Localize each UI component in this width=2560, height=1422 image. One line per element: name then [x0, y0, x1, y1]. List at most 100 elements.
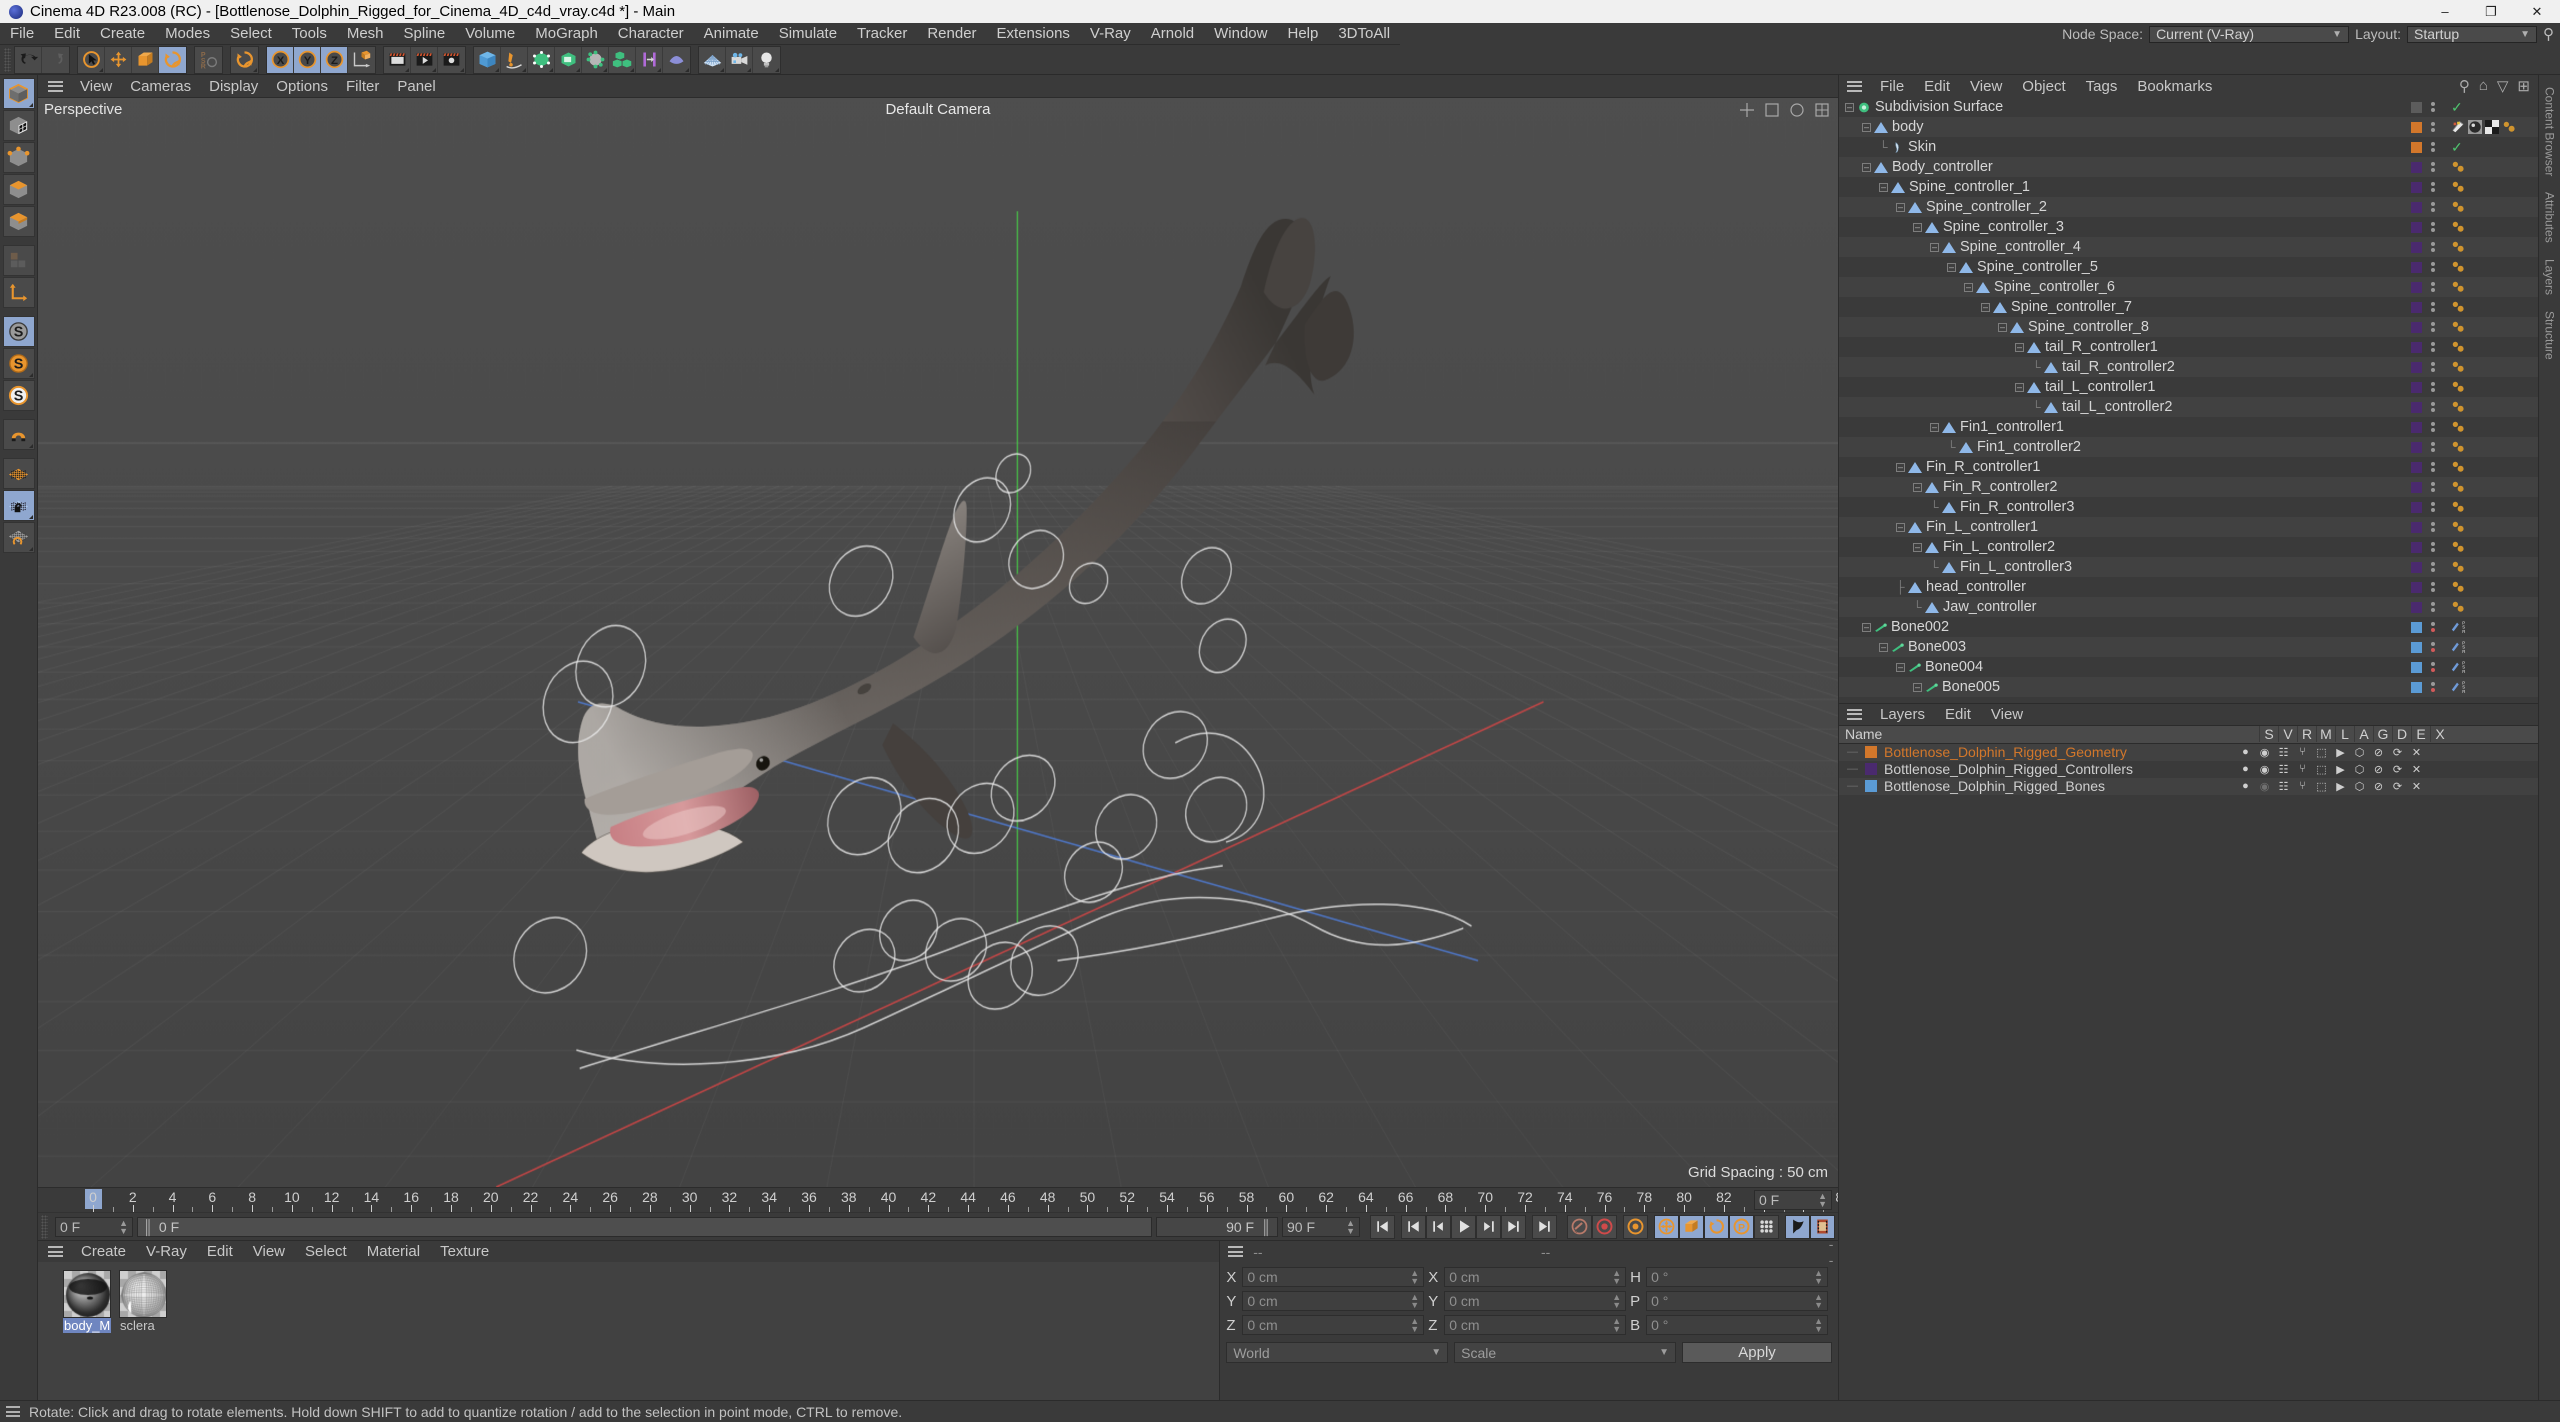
menu-item-create[interactable]: Create: [90, 23, 155, 45]
layer-color-swatch[interactable]: [2411, 301, 2422, 313]
layer-toggle-manager[interactable]: ⑂: [2293, 780, 2312, 793]
object-row[interactable]: – Spine_controller_6: [1839, 277, 2538, 297]
visibility-dots[interactable]: [2431, 322, 2435, 332]
object-manager-hamburger-icon[interactable]: [1847, 78, 1862, 94]
object-row[interactable]: – Fin_L_controller2: [1839, 537, 2538, 557]
visibility-dots[interactable]: [2431, 302, 2435, 312]
autokeying-button[interactable]: [1567, 1214, 1592, 1239]
protection-tag-icon[interactable]: [2451, 420, 2465, 434]
object-row[interactable]: – Fin_L_controller1: [1839, 517, 2538, 537]
points-mode-button[interactable]: [2, 142, 35, 173]
object-tags[interactable]: [2451, 240, 2465, 254]
filter-icon[interactable]: ▽: [2497, 77, 2509, 95]
protection-tag-icon[interactable]: [2451, 380, 2465, 394]
viewport-3d[interactable]: Perspective Default Camera Grid Spacing …: [38, 97, 1838, 1187]
layer-color-swatch[interactable]: [2411, 261, 2422, 273]
menu-item-animate[interactable]: Animate: [694, 23, 769, 45]
object-row[interactable]: – tail_R_controller1: [1839, 337, 2538, 357]
protection-tag-icon[interactable]: [2451, 220, 2465, 234]
tree-expander[interactable]: –: [1930, 242, 1939, 252]
layer-toggle-xpresso[interactable]: ✕: [2407, 780, 2426, 793]
object-tags[interactable]: [2451, 120, 2516, 134]
layer-toggle-render[interactable]: ☷: [2274, 763, 2293, 776]
object-menu-object[interactable]: Object: [2012, 78, 2075, 95]
layer-toggle-manager[interactable]: ⑂: [2293, 746, 2312, 759]
material-menu-hamburger-icon[interactable]: [48, 1244, 63, 1260]
layer-toggle-generators[interactable]: ⬡: [2350, 746, 2369, 759]
layer-row[interactable]: — Bottlenose_Dolphin_Rigged_Controllers ● ◉…: [1839, 761, 2538, 778]
viewport-menu-display[interactable]: Display: [200, 78, 267, 95]
snap-magnet-button[interactable]: [2, 419, 35, 450]
rotation-key-button[interactable]: [1704, 1214, 1729, 1239]
layer-color-swatch[interactable]: [2411, 601, 2422, 613]
visibility-dots[interactable]: [2431, 142, 2435, 152]
object-row[interactable]: – Fin1_controller1: [1839, 417, 2538, 437]
timeline-right-frame-field[interactable]: 0 F ▲ ▼: [1754, 1190, 1832, 1210]
home-icon[interactable]: ⌂: [2479, 77, 2488, 95]
visibility-dots[interactable]: [2431, 622, 2435, 632]
object-menu-edit[interactable]: Edit: [1914, 78, 1960, 95]
protection-tag-icon[interactable]: [2451, 560, 2465, 574]
layer-toggle-solo[interactable]: ●: [2236, 763, 2255, 776]
current-frame-field[interactable]: 0 F ▲ ▼: [55, 1216, 133, 1237]
layer-color-swatch[interactable]: [2411, 661, 2422, 673]
tree-expander[interactable]: –: [2015, 382, 2024, 392]
tree-expander[interactable]: –: [1862, 622, 1871, 632]
layer-color-swatch[interactable]: [2411, 521, 2422, 533]
menu-item-file[interactable]: File: [0, 23, 44, 45]
menu-item-volume[interactable]: Volume: [455, 23, 525, 45]
previous-key-button[interactable]: [1401, 1214, 1426, 1239]
menu-item-tracker[interactable]: Tracker: [847, 23, 917, 45]
visibility-dots[interactable]: [2431, 602, 2435, 612]
timeline-end-marker[interactable]: 90 F ║: [1156, 1216, 1278, 1237]
layer-color-swatch[interactable]: [2411, 621, 2422, 633]
layer-toggle-lock[interactable]: ⬚: [2312, 780, 2331, 793]
material-menu-edit[interactable]: Edit: [197, 1243, 243, 1260]
layer-toggle-expressions[interactable]: ⟳: [2388, 780, 2407, 793]
enable-axis-button[interactable]: S: [2, 348, 35, 379]
layer-toggle-solo[interactable]: ●: [2236, 780, 2255, 793]
spinner-icon[interactable]: ▲ ▼: [1814, 1293, 1823, 1310]
visibility-dots[interactable]: [2431, 162, 2435, 172]
tree-expander[interactable]: –: [1964, 282, 1973, 292]
menu-item-3dtoall[interactable]: 3DToAll: [1328, 23, 1400, 45]
layer-color-swatch[interactable]: [2411, 381, 2422, 393]
object-row[interactable]: – Bone005 P S R: [1839, 677, 2538, 697]
visibility-dots[interactable]: [2431, 102, 2435, 112]
layer-toggle-deformers[interactable]: ⊘: [2369, 763, 2388, 776]
layer-color-swatch[interactable]: [2411, 641, 2422, 653]
viewport-menu-view[interactable]: View: [71, 78, 121, 95]
tree-expander[interactable]: –: [1896, 462, 1905, 472]
object-tags[interactable]: [2451, 500, 2465, 514]
add-floor-button[interactable]: [699, 46, 726, 73]
object-tags[interactable]: [2451, 380, 2465, 394]
visibility-dots[interactable]: [2431, 282, 2435, 292]
visibility-dots[interactable]: [2431, 342, 2435, 352]
layout-select[interactable]: Startup ▼: [2407, 25, 2537, 43]
object-tags[interactable]: [2451, 580, 2465, 594]
timeline-handle-icon[interactable]: ║: [143, 1219, 153, 1235]
protection-tag-icon[interactable]: [2451, 400, 2465, 414]
object-menu-view[interactable]: View: [1960, 78, 2012, 95]
move-tool[interactable]: [105, 46, 132, 73]
visibility-dots[interactable]: [2431, 182, 2435, 192]
material-thumbnail[interactable]: [119, 1270, 167, 1318]
spinner-icon[interactable]: ▲ ▼: [1814, 1269, 1823, 1286]
object-tags[interactable]: [2451, 360, 2465, 374]
render-view-button[interactable]: [384, 46, 411, 73]
edge-tab-structure[interactable]: Structure: [2543, 305, 2557, 366]
material-item[interactable]: sclera: [119, 1270, 167, 1333]
object-tags[interactable]: [2451, 480, 2465, 494]
menu-item-mesh[interactable]: Mesh: [337, 23, 394, 45]
object-tags[interactable]: [2451, 520, 2465, 534]
visibility-dots[interactable]: [2431, 562, 2435, 572]
object-row[interactable]: – Spine_controller_3: [1839, 217, 2538, 237]
lock-workplane-button[interactable]: [2, 490, 35, 521]
record-active-objects-button[interactable]: [1592, 1214, 1617, 1239]
layer-toggles[interactable]: ● ◉ ☷ ⑂ ⬚ ▶ ⬡ ⊘ ⟳ ✕: [2236, 763, 2426, 776]
layer-color-swatch[interactable]: [2411, 281, 2422, 293]
layer-color-swatch[interactable]: [2411, 121, 2422, 133]
object-row[interactable]: – Bone002 P S R: [1839, 617, 2538, 637]
tree-expander[interactable]: –: [1862, 122, 1871, 132]
menu-item-simulate[interactable]: Simulate: [769, 23, 847, 45]
